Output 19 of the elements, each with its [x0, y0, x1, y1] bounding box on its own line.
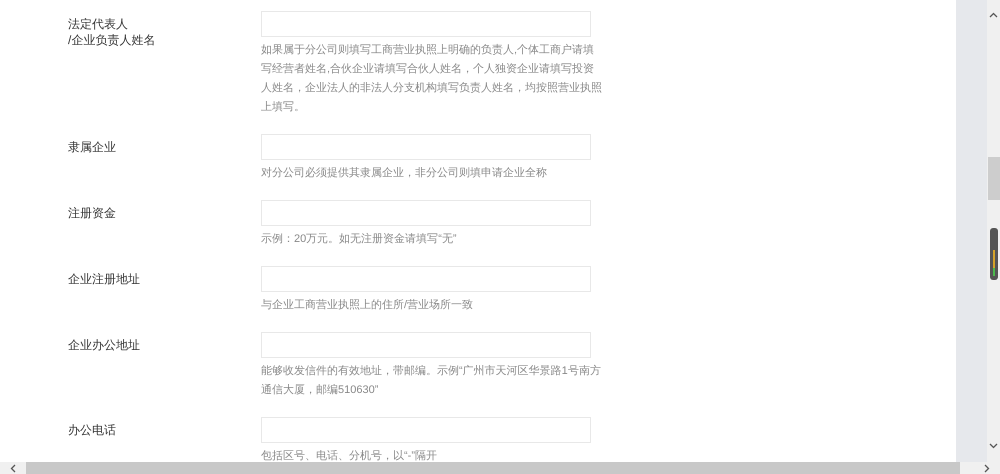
field-label: 注册资金: [68, 205, 117, 222]
scroll-up-icon[interactable]: [989, 12, 998, 18]
field-label: 办公电话: [68, 422, 117, 439]
field-label: 隶属企业: [68, 139, 117, 156]
scrollbar-thumb[interactable]: [988, 157, 1000, 200]
scroll-down-icon[interactable]: [989, 443, 998, 449]
field-label: 企业办公地址: [68, 337, 141, 354]
scrollbar-thumb[interactable]: [26, 462, 960, 474]
field-hint: 如果属于分公司则填写工商营业执照上明确的负责人,个体工商户请填写经营者姓名,合伙企业请填写合伙人姓名，个人独资企业请填写投资人姓名，企业法人的非法人分支机构填写负责人姓名，均按照营业执照上填写。: [261, 42, 603, 115]
level-meter-icon: [990, 228, 998, 280]
field-hint: 包括区号、电话、分机号，以“-”隔开: [261, 449, 438, 462]
scroll-left-icon[interactable]: [10, 464, 16, 472]
field-label: 法定代表人 /企业负责人姓名: [68, 16, 156, 49]
field-hint: 对分公司必须提供其隶属企业，非分公司则填申请企业全称: [261, 166, 548, 181]
scroll-right-icon[interactable]: [984, 464, 990, 472]
field-hint: 能够收发信件的有效地址，带邮编。示例“广州市天河区华景路1号南方通信大厦，邮编510630”: [261, 364, 602, 398]
field-hint: 与企业工商营业执照上的住所/营业场所一致: [261, 298, 474, 313]
field-hint: 示例：20万元。如无注册资金请填写“无”: [261, 232, 458, 247]
field-label: 企业注册地址: [68, 271, 141, 288]
